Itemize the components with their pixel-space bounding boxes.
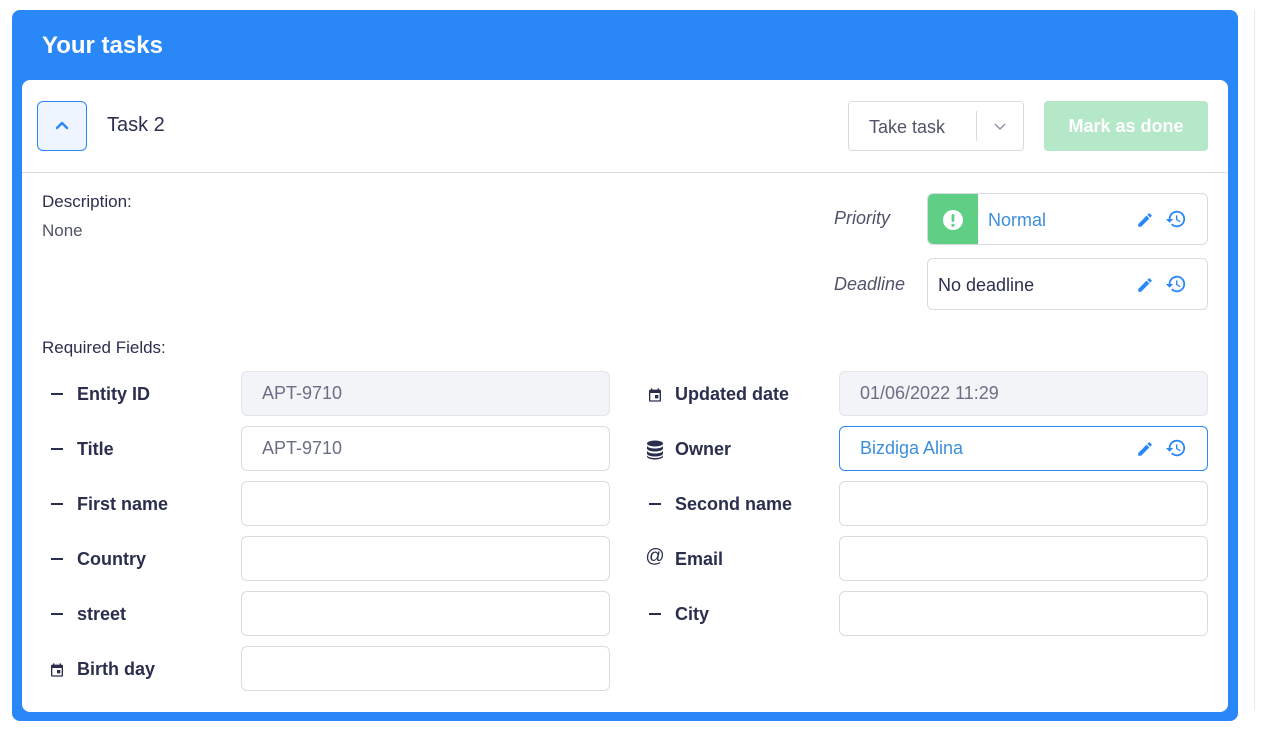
dash-icon	[646, 495, 664, 513]
take-task-divider	[976, 111, 977, 141]
dash-icon	[48, 550, 66, 568]
collapse-button[interactable]	[37, 101, 87, 151]
description-label: Description:	[42, 192, 132, 211]
entity-id-label: Entity ID	[77, 384, 151, 404]
email-field[interactable]	[839, 536, 1208, 581]
updated-date-field[interactable]: 01/06/2022 11:29	[839, 371, 1208, 416]
owner-field[interactable]: Bizdiga Alina	[839, 426, 1208, 471]
second-name-field[interactable]	[839, 481, 1208, 526]
deadline-field: No deadline	[927, 258, 1208, 310]
title-field[interactable]: APT-9710	[241, 426, 610, 471]
take-task-button[interactable]: Take task	[848, 101, 1024, 151]
birth-day-label: Birth day	[77, 659, 156, 679]
pencil-icon[interactable]	[1134, 438, 1156, 460]
chevron-down-icon[interactable]	[989, 116, 1011, 138]
dash-icon	[48, 385, 66, 403]
required-fields-label: Required Fields:	[42, 338, 166, 357]
task-title: Task 2	[107, 114, 165, 136]
first-name-label: First name	[77, 494, 169, 514]
pencil-icon[interactable]	[1134, 274, 1156, 296]
birth-day-field[interactable]	[241, 646, 610, 691]
street-field[interactable]	[241, 591, 610, 636]
entity-id-field[interactable]: APT-9710	[241, 371, 610, 416]
database-icon	[646, 440, 664, 460]
description-value: None	[42, 221, 83, 240]
updated-date-label: Updated date	[675, 384, 790, 404]
task-card: Task 2 Take task Mark as done Descriptio…	[22, 80, 1228, 712]
scroll-edge	[1254, 10, 1261, 710]
take-task-label: Take task	[869, 117, 946, 137]
title-label: Title	[77, 439, 114, 459]
calendar-icon	[48, 661, 66, 679]
city-field[interactable]	[839, 591, 1208, 636]
mark-as-done-button[interactable]: Mark as done	[1044, 101, 1208, 151]
deadline-label: Deadline	[834, 274, 906, 294]
street-label: street	[77, 604, 127, 624]
dash-icon	[48, 495, 66, 513]
at-icon: @	[645, 546, 665, 567]
country-label: Country	[77, 549, 146, 569]
dash-icon	[646, 605, 664, 623]
chevron-up-icon	[55, 117, 69, 135]
owner-label: Owner	[675, 439, 732, 459]
dash-icon	[48, 605, 66, 623]
first-name-field[interactable]	[241, 481, 610, 526]
panel-title: Your tasks	[42, 32, 163, 59]
history-icon[interactable]	[1165, 208, 1187, 230]
city-label: City	[675, 604, 710, 624]
priority-label: Priority	[834, 208, 891, 228]
priority-field: Normal	[927, 193, 1208, 245]
calendar-icon	[646, 386, 664, 404]
pencil-icon[interactable]	[1134, 209, 1156, 231]
history-icon[interactable]	[1165, 273, 1187, 295]
task-header: Task 2 Take task Mark as done	[22, 80, 1228, 173]
second-name-label: Second name	[675, 494, 793, 514]
history-icon[interactable]	[1165, 437, 1187, 459]
dash-icon	[48, 440, 66, 458]
email-label: Email	[675, 549, 724, 569]
owner-value: Bizdiga Alina	[860, 438, 964, 458]
tasks-panel: Your tasks Task 2 Take task Mark as done…	[12, 10, 1238, 721]
priority-value: Normal	[988, 210, 1047, 230]
country-field[interactable]	[241, 536, 610, 581]
deadline-value: No deadline	[938, 275, 1035, 295]
exclamation-circle-icon	[928, 194, 978, 244]
